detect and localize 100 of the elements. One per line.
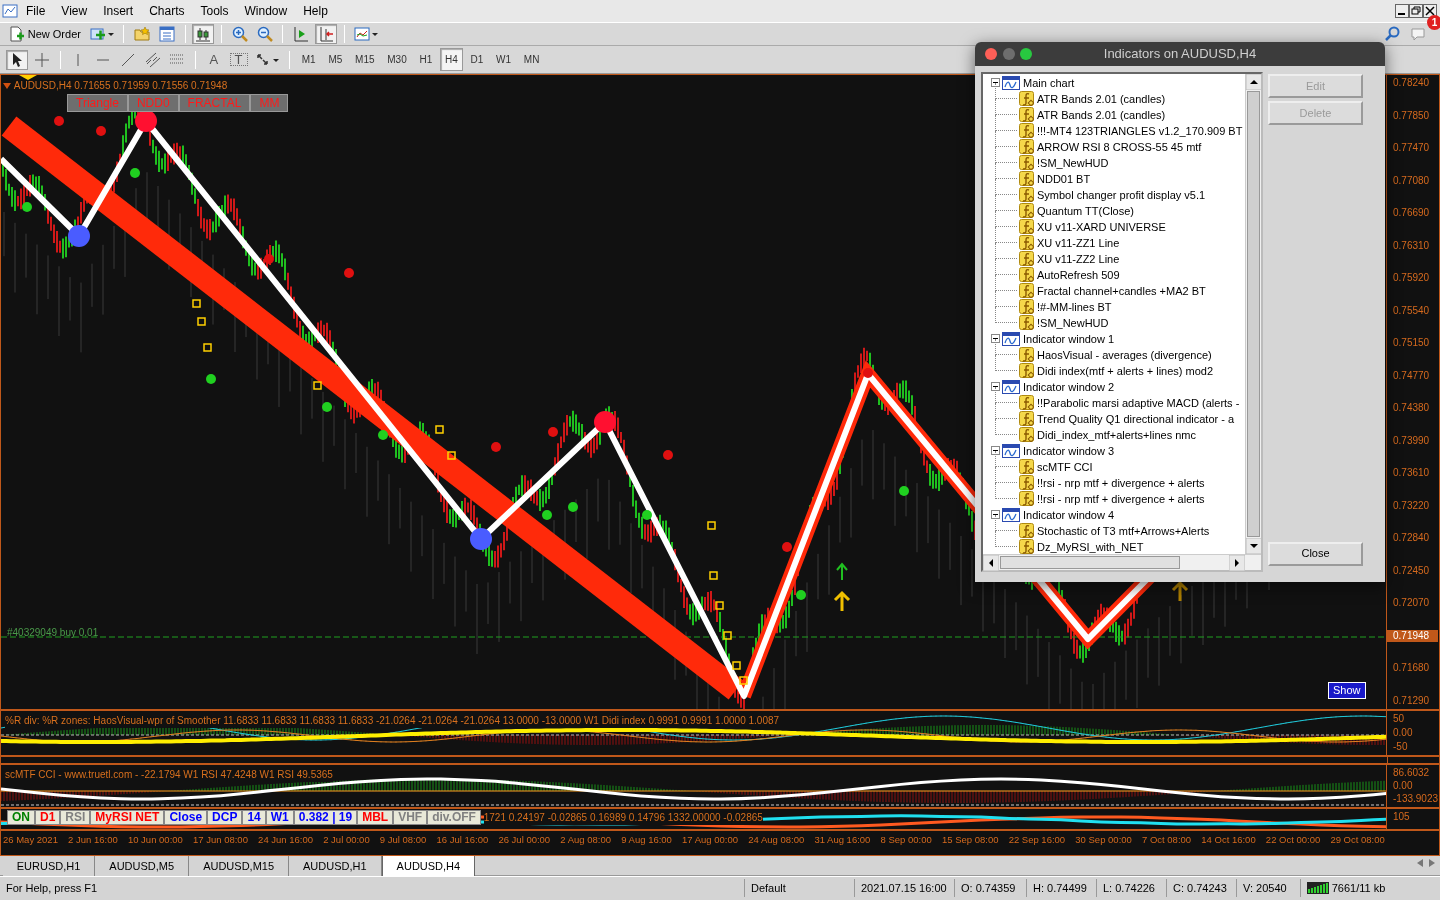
scrollbar-thumb[interactable] [1246,90,1260,537]
signal-square [197,317,206,326]
indicator-button[interactable]: 14 [242,810,266,825]
auto-scroll-icon[interactable] [314,24,337,44]
tree-item[interactable]: Indicator window 2 [1023,378,1115,395]
axis-label: 0.74380 [1393,402,1431,415]
text-label-tool[interactable]: T [227,51,250,68]
signal-dot [96,126,106,136]
time-label: 16 Jul 16:00 [436,833,489,847]
expand-toggle-icon[interactable] [990,78,1000,87]
tree-item[interactable]: Main chart [1023,74,1075,91]
timeframe-button[interactable]: H1 [414,48,438,71]
menu-item[interactable]: Charts [141,2,193,20]
expand-toggle-icon[interactable] [990,334,1000,343]
expand-toggle-icon[interactable] [990,510,1000,519]
timeframe-button[interactable]: M5 [323,48,348,71]
timeframe-button[interactable]: M1 [296,48,321,71]
chart-tab[interactable]: AUDUSD,M5 [95,856,190,877]
text-tool[interactable]: A [202,51,225,68]
chart-window-icon [1002,331,1021,346]
restore-icon[interactable] [1409,4,1424,18]
new-order-icon[interactable] [9,26,25,42]
indicator-button[interactable]: DCP [207,810,243,825]
tree-item[interactable]: !SM_NewHUD [1037,314,1109,331]
timeframe-button[interactable]: H4 [440,48,463,71]
tree-item[interactable]: !!Parabolic marsi adaptive MACD (alerts - [1037,394,1240,411]
menu-item[interactable]: View [53,2,96,20]
tree-item[interactable]: Didi index(mtf + alerts + lines) mod2 [1037,362,1214,379]
signal-dot [796,590,806,600]
chart-window-icon [1002,379,1021,394]
tree-item[interactable]: scMTF CCI [1037,458,1093,475]
tree-item[interactable]: HaosVisual - averages (divergence) [1037,346,1212,363]
menu-item[interactable]: Help [295,2,336,20]
axis-label: 0.71290 [1393,694,1431,707]
scroll-left-icon[interactable] [982,554,999,571]
indicator-button[interactable]: ON [7,810,35,825]
timeframe-button[interactable]: MN [518,48,545,71]
menu-item[interactable]: Insert [95,2,142,20]
tree-item[interactable]: XU v11-ZZ1 Line [1037,234,1120,251]
tree-item[interactable]: Trend Quality Q1 directional indicator - a [1037,410,1235,427]
tree-item[interactable]: Indicator window 3 [1023,442,1115,459]
new-order-button[interactable]: New Order [6,24,84,44]
timeframe-button[interactable]: M30 [382,48,412,71]
tree-item[interactable]: !!rsi - nrp mtf + divergence + alerts [1037,474,1205,491]
expand-toggle-icon[interactable] [990,382,1000,391]
expand-toggle-icon[interactable] [990,446,1000,455]
scroll-up-icon[interactable] [1245,73,1261,90]
timeframe-button[interactable]: D1 [465,48,489,71]
signal-dot [782,542,792,552]
timeframe-button[interactable]: M15 [350,48,380,71]
dialog-button[interactable]: Close [1268,541,1363,566]
tree-item[interactable]: Indicator window 4 [1023,506,1115,523]
tree-item[interactable]: Dz_MyRSI_with_NET [1037,538,1144,554]
tree-item[interactable]: Symbol changer profit display v5.1 [1037,186,1206,203]
scroll-right-icon[interactable] [1228,554,1245,571]
scrollbar-thumb[interactable] [999,555,1180,569]
tree-item[interactable]: NDD01 BT [1037,170,1091,187]
tree-item[interactable]: Fractal channel+candles +MA2 BT [1037,282,1206,299]
tree-item[interactable]: Indicator window 1 [1023,330,1115,347]
axis-label: 0.74770 [1393,369,1431,382]
indicator-button[interactable]: 0.382 | 19 [293,810,358,825]
menu-item[interactable]: Window [236,2,296,20]
candle-bars-icon[interactable] [192,24,215,44]
signal-square [707,521,716,530]
tree-item[interactable]: !#-MM-lines BT [1037,298,1112,315]
tree-item[interactable]: XU v11-XARD UNIVERSE [1037,218,1166,235]
indicator-button[interactable]: W1 [265,810,294,825]
tree-item[interactable]: Quantum TT(Close) [1037,202,1134,219]
show-button[interactable]: Show [1328,682,1366,699]
axis-label: 0.77080 [1393,174,1431,187]
tree-item[interactable]: !SM_NewHUD [1037,154,1109,171]
tree-item[interactable]: AutoRefresh 509 [1037,266,1120,283]
tree-item[interactable]: Stochastic of T3 mtf+Arrows+Alerts [1037,522,1210,539]
close-icon[interactable] [1423,4,1438,18]
tree-item[interactable]: !!!-MT4 123TRIANGLES v1.2_170.909 BT [1037,122,1243,139]
notification-count[interactable]: 1 [1427,15,1440,30]
collapse-icon[interactable] [3,82,11,89]
minimize-icon[interactable] [1395,4,1410,18]
tree-item[interactable]: !!rsi - nrp mtf + divergence + alerts [1037,490,1205,507]
timeframe-button[interactable]: W1 [491,48,517,71]
tree-item[interactable]: ARROW RSI 8 CROSS-55 45 mtf [1037,138,1202,155]
time-label: 17 Jun 08:00 [193,833,248,847]
chart-tab[interactable]: EURUSD,H1 [2,856,96,877]
signal-dot [542,510,552,520]
cursor-icon[interactable] [6,49,28,70]
menu-item[interactable]: File [18,2,54,20]
tree-item[interactable]: Didi_index_mtf+alerts+lines nmc [1037,426,1196,443]
signal-square [447,451,456,460]
chart-tab[interactable]: AUDUSD,M15 [189,856,290,877]
scroll-down-icon[interactable] [1245,537,1261,554]
tree-item[interactable]: ATR Bands 2.01 (candles) [1037,106,1166,123]
function-icon [1019,395,1035,410]
tree-item[interactable]: XU v11-ZZ2 Line [1037,250,1120,267]
signal-dot [863,368,873,378]
menu-item[interactable]: Tools [192,2,237,20]
signal-square [739,676,748,685]
indicator-button[interactable]: Close [164,810,208,825]
chart-tab[interactable]: AUDUSD,H1 [289,856,382,877]
tree-item[interactable]: ATR Bands 2.01 (candles) [1037,90,1166,107]
zoom-icon[interactable] [1020,48,1032,60]
